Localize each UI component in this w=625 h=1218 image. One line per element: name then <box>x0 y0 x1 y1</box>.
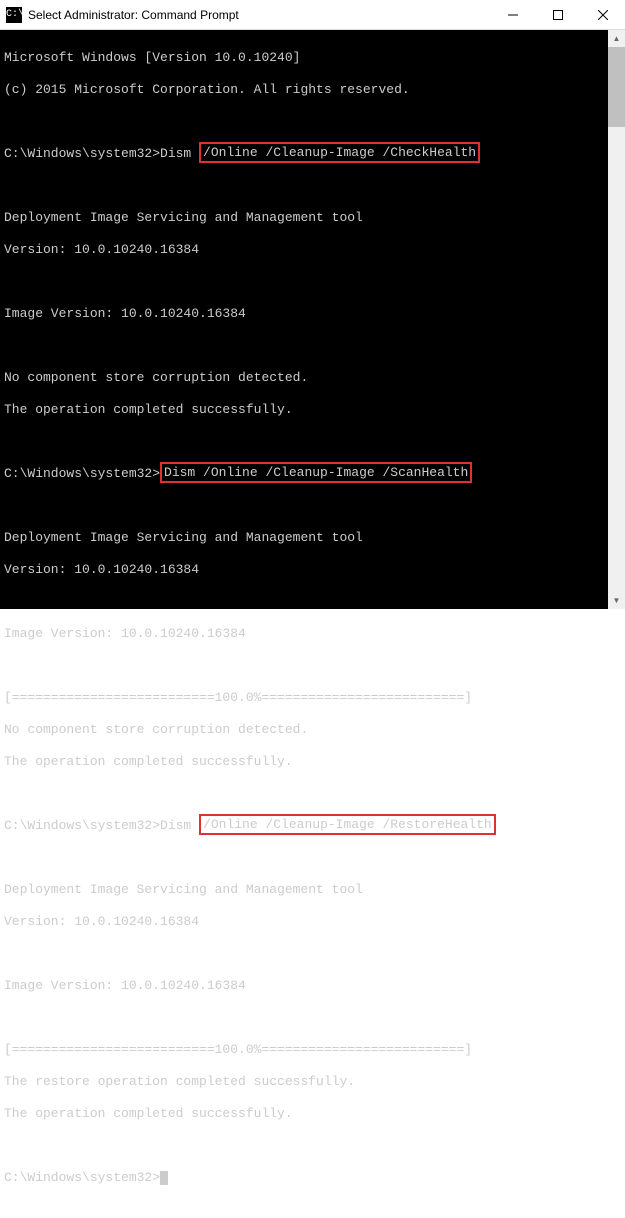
command-line: C:\Windows\system32>Dism /Online /Cleanu… <box>4 466 604 482</box>
output-line: Version: 10.0.10240.16384 <box>4 242 604 258</box>
prompt-text: C:\Windows\system32> <box>4 1170 160 1185</box>
output-line: The operation completed successfully. <box>4 754 604 770</box>
minimize-button[interactable] <box>490 0 535 30</box>
titlebar[interactable]: C:\ Select Administrator: Command Prompt <box>0 0 625 30</box>
output-line: Microsoft Windows [Version 10.0.10240] <box>4 50 604 66</box>
highlighted-command: /Online /Cleanup-Image /CheckHealth <box>199 142 480 163</box>
output-line: Image Version: 10.0.10240.16384 <box>4 626 604 642</box>
prompt-line[interactable]: C:\Windows\system32> <box>4 1170 604 1186</box>
output-line: Deployment Image Servicing and Managemen… <box>4 530 604 546</box>
scroll-thumb[interactable] <box>608 47 625 127</box>
cmd-icon: C:\ <box>6 7 22 23</box>
output-line <box>4 786 604 802</box>
vertical-scrollbar[interactable]: ▲ ▼ <box>608 30 625 609</box>
progress-line: [==========================100.0%=======… <box>4 1042 604 1058</box>
window-controls <box>490 0 625 30</box>
output-line <box>4 338 604 354</box>
scroll-track[interactable] <box>608 47 625 592</box>
output-line <box>4 850 604 866</box>
output-line: Version: 10.0.10240.16384 <box>4 914 604 930</box>
output-line <box>4 594 604 610</box>
console-output[interactable]: Microsoft Windows [Version 10.0.10240] (… <box>0 30 608 609</box>
output-line <box>4 498 604 514</box>
output-line: The operation completed successfully. <box>4 1106 604 1122</box>
output-line <box>4 178 604 194</box>
scroll-down-button[interactable]: ▼ <box>608 592 625 609</box>
highlighted-command: Dism /Online /Cleanup-Image /ScanHealth <box>160 462 472 483</box>
output-line: Deployment Image Servicing and Managemen… <box>4 210 604 226</box>
progress-line: [==========================100.0%=======… <box>4 690 604 706</box>
prompt-text: C:\Windows\system32> <box>4 466 160 481</box>
maximize-button[interactable] <box>535 0 580 30</box>
scroll-up-button[interactable]: ▲ <box>608 30 625 47</box>
output-line <box>4 434 604 450</box>
console-area: Microsoft Windows [Version 10.0.10240] (… <box>0 30 625 609</box>
prompt-text: C:\Windows\system32>Dism <box>4 818 199 833</box>
output-line: Deployment Image Servicing and Managemen… <box>4 882 604 898</box>
output-line <box>4 946 604 962</box>
cursor <box>160 1171 168 1185</box>
window-title: Select Administrator: Command Prompt <box>28 8 490 22</box>
output-line: The restore operation completed successf… <box>4 1074 604 1090</box>
command-line: C:\Windows\system32>Dism /Online /Cleanu… <box>4 818 604 834</box>
output-line: No component store corruption detected. <box>4 370 604 386</box>
output-line <box>4 114 604 130</box>
output-line: Version: 10.0.10240.16384 <box>4 562 604 578</box>
prompt-text: C:\Windows\system32>Dism <box>4 146 199 161</box>
output-line: The operation completed successfully. <box>4 402 604 418</box>
output-line: (c) 2015 Microsoft Corporation. All righ… <box>4 82 604 98</box>
output-line <box>4 658 604 674</box>
output-line: No component store corruption detected. <box>4 722 604 738</box>
output-line <box>4 1010 604 1026</box>
output-line <box>4 274 604 290</box>
highlighted-command: /Online /Cleanup-Image /RestoreHealth <box>199 814 496 835</box>
output-line: Image Version: 10.0.10240.16384 <box>4 306 604 322</box>
output-line: Image Version: 10.0.10240.16384 <box>4 978 604 994</box>
close-button[interactable] <box>580 0 625 30</box>
command-line: C:\Windows\system32>Dism /Online /Cleanu… <box>4 146 604 162</box>
output-line <box>4 1138 604 1154</box>
